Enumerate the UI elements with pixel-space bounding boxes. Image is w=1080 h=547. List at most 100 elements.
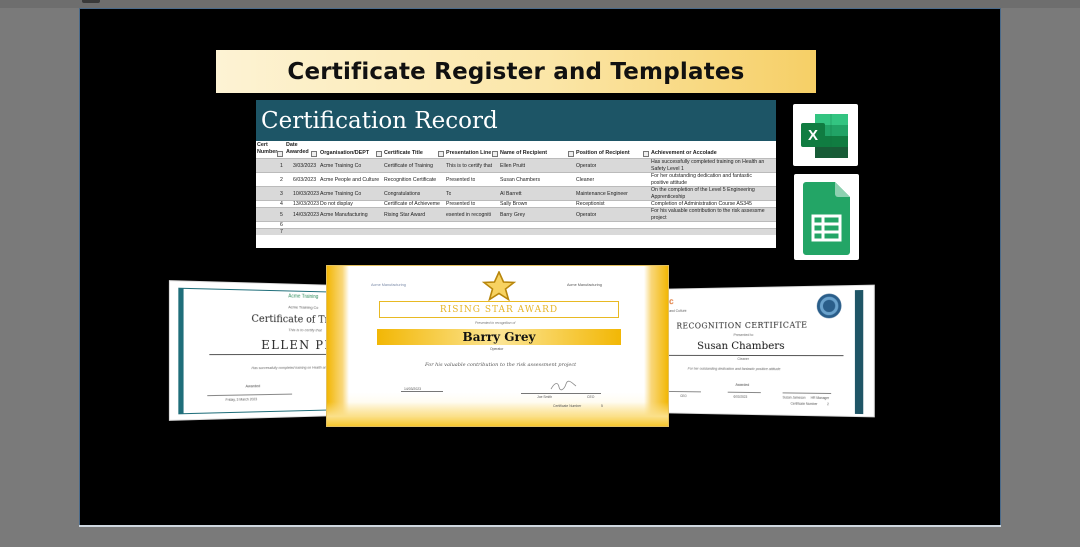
cell-line: To — [446, 191, 452, 197]
excel-icon: X — [801, 114, 848, 158]
cell-cert-number: 1 — [280, 163, 283, 169]
column-header-name-of-recipient: Name of Recipient — [500, 150, 548, 156]
google-sheets-icon-tile[interactable] — [794, 174, 859, 260]
excel-icon-tile[interactable]: X — [793, 104, 858, 166]
title-banner: Certificate Register and Templates — [216, 50, 816, 93]
cert-number: 2 — [827, 402, 829, 407]
seal-icon — [816, 293, 842, 319]
cert-recipient-name: Susan Chambers — [697, 339, 785, 353]
cell-line: This is to certify that — [446, 163, 493, 169]
column-header-position: Position of Recipient — [576, 150, 630, 156]
table-row[interactable]: 4 13/03/2023 Do not display Certificate … — [256, 200, 776, 207]
cert-signer-title: CEO — [587, 395, 595, 399]
cell-org: Acme Manufacturing — [320, 212, 368, 218]
recognition-certificate-preview[interactable]: p&c People and Culture RECOGNITION CERTI… — [636, 284, 875, 418]
cell-date: 6/03/2023 — [293, 177, 317, 183]
cert-signer-name: Joe Smith — [537, 395, 553, 399]
filter-button[interactable] — [311, 151, 317, 157]
cell-position: Cleaner — [576, 177, 595, 183]
cert-achievement-text: For her outstanding dedication and fanta… — [687, 366, 781, 372]
gold-bottom-band — [327, 402, 668, 426]
table-row[interactable]: 5 14/03/2023 Acme Manufacturing Rising S… — [256, 207, 776, 221]
sheet-heading: Certification Record — [261, 107, 498, 134]
column-header-organisation: Organisation/DEPT — [320, 150, 370, 156]
table-row[interactable]: 6 — [256, 221, 776, 228]
table-row[interactable]: 3 10/03/2023 Acme Training Co Congratula… — [256, 186, 776, 200]
cell-position: Operator — [576, 163, 597, 169]
filter-button[interactable] — [376, 151, 382, 157]
table-row[interactable]: 1 3/03/2023 Acme Training Co Certificate… — [256, 158, 776, 172]
cell-cert-number: 2 — [280, 177, 283, 183]
cert-heading: RECOGNITION CERTIFICATE — [676, 320, 808, 331]
signature-line — [521, 393, 601, 394]
column-header-achievement: Achievement or Accolade — [651, 150, 717, 156]
filter-button[interactable] — [277, 151, 283, 157]
cert-date: 6/03/2023 — [733, 394, 748, 399]
star-icon — [481, 271, 517, 301]
cert-heading: Certificate of Trai — [251, 313, 338, 326]
certification-record-sheet: Certification Record Cert Number Date Aw… — [256, 100, 776, 248]
cert-position: Operator — [490, 347, 504, 351]
signature-line — [669, 390, 701, 393]
cell-cert-number: 5 — [280, 212, 283, 218]
cell-name: Ellen Pruitt — [500, 163, 526, 169]
table-row[interactable]: 2 6/03/2023 Acme People and Culture Reco… — [256, 172, 776, 186]
cell-date: 10/03/2023 — [293, 191, 319, 197]
column-header-date-awarded: Date Awarded — [286, 142, 309, 155]
cert-date: Friday, 3 March 2023 — [225, 397, 258, 402]
cert-number-label: Certificate Number — [553, 404, 582, 408]
column-headers: Cert Number Date Awarded Organisation/DE… — [256, 141, 776, 158]
rising-star-certificate-preview[interactable]: Acme Manufacturing Acme Manufacturing RI… — [326, 265, 669, 427]
cell-position: Operator — [576, 212, 597, 218]
cert-signer-title: HR Manager — [810, 395, 830, 401]
cell-achievement: For her outstanding dedication and fanta… — [651, 173, 752, 179]
cert-presentation-line: Presented to — [733, 332, 754, 338]
slide-bottom-line — [79, 525, 1001, 527]
cert-position: Cleaner — [737, 356, 749, 361]
cell-date: 14/03/2023 — [293, 212, 319, 218]
signature-icon — [550, 380, 577, 391]
cell-org: Acme Training Co — [320, 163, 362, 169]
cert-number-label: Certificate Number — [790, 401, 818, 407]
cert-awarded-label: Awarded — [735, 382, 750, 387]
window-top-strip — [0, 0, 1080, 8]
cell-cert-number: 3 — [280, 191, 283, 197]
cert-date: 14/03/2023 — [404, 387, 421, 391]
svg-text:X: X — [808, 127, 818, 144]
sheet-header: Certification Record — [256, 100, 776, 141]
cell-achievement: Has successfully completed training on H… — [651, 159, 765, 165]
cert-presentation-line: This is to certify that — [288, 327, 322, 333]
filter-button[interactable] — [438, 151, 444, 157]
award-heading-box: RISING STAR AWARD — [379, 301, 619, 318]
cert-achievement-text: For his valuable contribution to the ris… — [425, 362, 577, 368]
cert-signer-title: CEO — [680, 394, 687, 399]
table-row[interactable]: 7 — [256, 228, 776, 235]
filter-button[interactable] — [643, 151, 649, 157]
google-sheets-icon — [803, 182, 850, 255]
cell-line: Presented to — [446, 177, 476, 183]
filter-button[interactable] — [568, 151, 574, 157]
cert-heading: RISING STAR AWARD — [439, 304, 559, 315]
certificate-accent-bar — [178, 287, 184, 415]
cell-org: Acme Training Co — [320, 191, 362, 197]
cell-title: Rising Star Award — [384, 212, 426, 218]
column-header-certificate-title: Certificate Title — [384, 150, 423, 156]
cell-title: Congratulations — [384, 191, 421, 197]
cell-date: 3/03/2023 — [293, 163, 317, 169]
cell-position: Maintenance Engineer — [576, 191, 628, 197]
cert-org-right: Acme Manufacturing — [567, 283, 602, 287]
cell-cert-number: 7 — [280, 229, 283, 235]
cert-presentation-line: Presented in recognition of — [475, 321, 516, 325]
cert-org-left: Acme Manufacturing — [371, 283, 406, 287]
cell-achievement: On the completion of the Level 5 Enginee… — [651, 187, 755, 193]
signature-line — [782, 392, 832, 394]
cell-org: Acme People and Culture — [320, 177, 380, 183]
window-corner-button[interactable] — [82, 0, 100, 3]
cell-line: esented in recogniti — [446, 212, 491, 218]
cert-org: Acme Training — [288, 293, 319, 301]
cert-achievement-text: Has successfully completed training on H… — [251, 365, 329, 371]
cell-title: Certificate of Training — [384, 163, 434, 169]
name-underline — [659, 354, 844, 357]
cell-achievement: For his valuable contribution to the ris… — [651, 208, 765, 214]
filter-button[interactable] — [492, 151, 498, 157]
